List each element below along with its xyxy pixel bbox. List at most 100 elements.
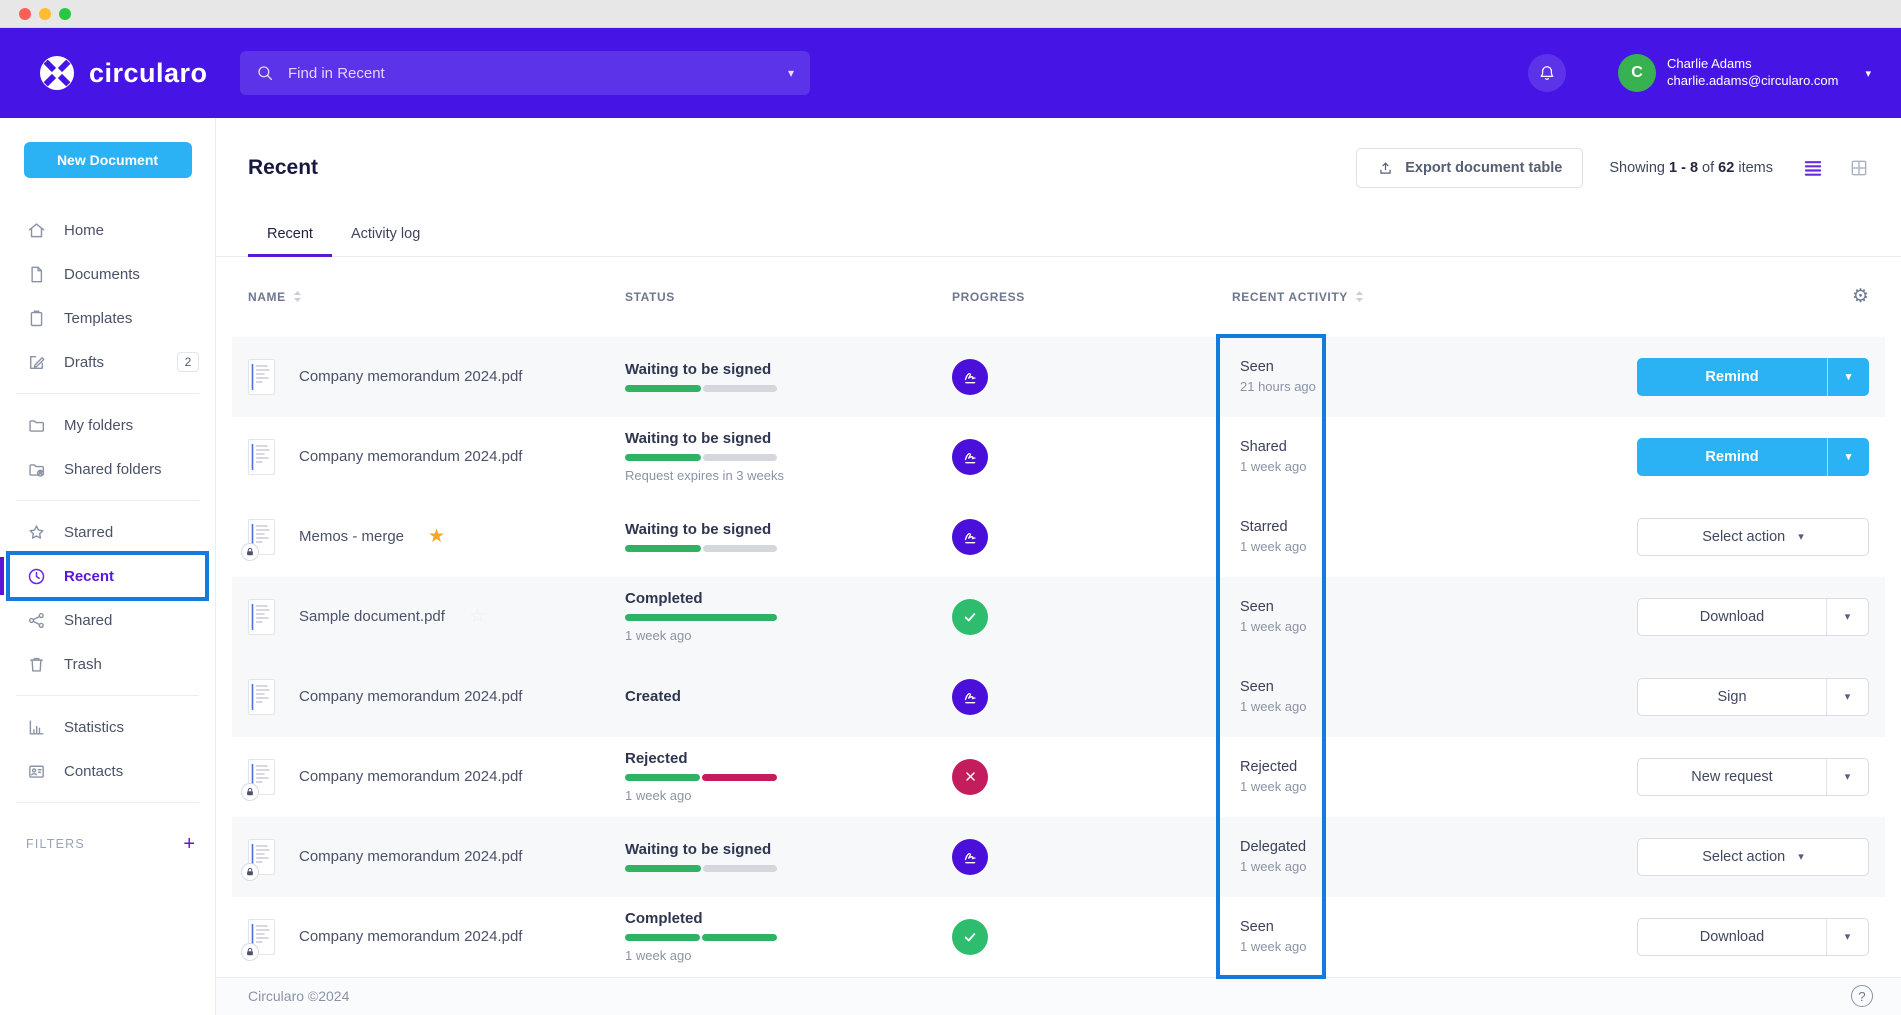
column-header-progress[interactable]: PROGRESS [952, 290, 1232, 304]
status-text: Waiting to be signed [625, 430, 952, 447]
row-action-button[interactable]: Sign ▾ ▾ [1637, 678, 1869, 716]
action-button-label: Select action [1702, 529, 1785, 545]
export-document-table-button[interactable]: Export document table [1356, 148, 1583, 188]
row-action-button[interactable]: New request ▾ ▾ [1637, 758, 1869, 796]
action-dropdown-toggle[interactable]: ▾ [1826, 919, 1868, 955]
sidebar-item-templates[interactable]: Templates [0, 296, 215, 340]
sidebar-item-starred[interactable]: Starred [0, 510, 215, 554]
document-name[interactable]: Sample document.pdf [299, 608, 445, 625]
action-button-label: Remind [1705, 369, 1758, 385]
contact-card-icon [26, 761, 47, 782]
action-button-label: Select action [1702, 849, 1785, 865]
document-name[interactable]: Company memorandum 2024.pdf [299, 848, 522, 865]
drafts-count-badge: 2 [177, 352, 199, 372]
table-row[interactable]: Company memorandum 2024.pdf Waiting to b… [232, 817, 1885, 897]
search-placeholder: Find in Recent [288, 65, 385, 82]
export-icon [1377, 160, 1394, 177]
sidebar-item-my-folders[interactable]: My folders [0, 403, 215, 447]
sidebar-item-documents[interactable]: Documents [0, 252, 215, 296]
document-thumbnail-icon [248, 599, 275, 635]
bell-icon [1537, 63, 1557, 83]
star-icon[interactable]: ☆ [469, 607, 486, 626]
row-action-button[interactable]: Remind ▾ ▾ [1637, 358, 1869, 396]
table-row[interactable]: Sample document.pdf ☆ Completed 1 week a… [232, 577, 1885, 657]
row-action-button[interactable]: Download ▾ ▾ [1637, 598, 1869, 636]
notifications-button[interactable] [1528, 54, 1566, 92]
document-name[interactable]: Company memorandum 2024.pdf [299, 768, 522, 785]
tab-activity-log[interactable]: Activity log [332, 214, 439, 256]
document-thumbnail-icon [248, 759, 275, 795]
tab-bar: Recent Activity log [216, 214, 1901, 257]
row-action-button[interactable]: Select action ▾ ▾ [1637, 838, 1869, 876]
sidebar-item-recent[interactable]: Recent [0, 554, 215, 598]
star-icon[interactable]: ★ [428, 527, 445, 546]
document-name[interactable]: Memos - merge [299, 528, 404, 545]
zoom-window-button[interactable] [59, 8, 71, 20]
sidebar-item-home[interactable]: Home [0, 208, 215, 252]
table-row[interactable]: Company memorandum 2024.pdf Waiting to b… [232, 337, 1885, 417]
minimize-window-button[interactable] [39, 8, 51, 20]
brand-logo[interactable]: circularo [38, 54, 240, 92]
search-input[interactable]: Find in Recent ▾ [240, 51, 810, 95]
row-action-button[interactable]: Remind ▾ ▾ [1637, 438, 1869, 476]
tab-recent[interactable]: Recent [248, 214, 332, 256]
action-dropdown-toggle[interactable]: ▾ [1826, 679, 1868, 715]
sidebar: New Document Home Documents Templates Dr… [0, 118, 216, 1015]
action-dropdown-toggle[interactable]: ▾ [1826, 599, 1868, 635]
sidebar-item-shared-folders[interactable]: Shared folders [0, 447, 215, 491]
sort-icon[interactable] [1355, 290, 1364, 303]
table-row[interactable]: Company memorandum 2024.pdf Completed 1 … [232, 897, 1885, 977]
document-name[interactable]: Company memorandum 2024.pdf [299, 688, 522, 705]
activity-time: 1 week ago [1240, 779, 1532, 794]
clock-icon [26, 566, 47, 587]
avatar: C [1618, 54, 1656, 92]
sidebar-item-trash[interactable]: Trash [0, 642, 215, 686]
sort-icon[interactable] [293, 290, 302, 303]
table-row[interactable]: Company memorandum 2024.pdf Rejected 1 w… [232, 737, 1885, 817]
activity-type: Delegated [1240, 839, 1532, 855]
chevron-down-icon: ▾ [1798, 850, 1804, 863]
table-row[interactable]: Company memorandum 2024.pdf Created Seen… [232, 657, 1885, 737]
table-row[interactable]: Memos - merge ★ Waiting to be signed Sta… [232, 497, 1885, 577]
add-filter-button[interactable]: + [183, 834, 195, 854]
progress-status-badge-icon [952, 359, 988, 395]
action-dropdown-toggle[interactable]: ▾ [1826, 759, 1868, 795]
progress-status-badge-icon [952, 919, 988, 955]
action-button-label: Remind [1705, 449, 1758, 465]
action-dropdown-toggle[interactable]: ▾ [1827, 438, 1869, 476]
row-action-button[interactable]: Download ▾ ▾ [1637, 918, 1869, 956]
document-name[interactable]: Company memorandum 2024.pdf [299, 928, 522, 945]
trash-icon [26, 654, 47, 675]
table-row[interactable]: Company memorandum 2024.pdf Waiting to b… [232, 417, 1885, 497]
document-name[interactable]: Company memorandum 2024.pdf [299, 448, 522, 465]
sidebar-divider [16, 802, 199, 803]
progress-bar [625, 454, 777, 461]
document-name[interactable]: Company memorandum 2024.pdf [299, 368, 522, 385]
row-action-button[interactable]: Select action ▾ ▾ [1637, 518, 1869, 556]
status-text: Waiting to be signed [625, 361, 952, 378]
grid-view-button[interactable] [1849, 158, 1869, 178]
status-text: Waiting to be signed [625, 841, 952, 858]
sidebar-item-contacts[interactable]: Contacts [0, 749, 215, 793]
sidebar-item-drafts[interactable]: Drafts 2 [0, 340, 215, 384]
progress-bar [625, 934, 777, 941]
close-window-button[interactable] [19, 8, 31, 20]
new-document-button[interactable]: New Document [24, 142, 192, 178]
table-settings-gear-icon[interactable]: ⚙ [1852, 287, 1869, 306]
list-view-button[interactable] [1803, 158, 1823, 178]
activity-type: Seen [1240, 599, 1532, 615]
search-scope-chevron-icon[interactable]: ▾ [788, 66, 794, 80]
user-menu-chevron-icon[interactable]: ▾ [1865, 67, 1871, 80]
sidebar-item-shared[interactable]: Shared [0, 598, 215, 642]
sidebar-item-statistics[interactable]: Statistics [0, 705, 215, 749]
action-button-label: Download [1700, 929, 1765, 945]
help-button[interactable]: ? [1851, 985, 1873, 1007]
column-header-name[interactable]: NAME [248, 290, 625, 304]
document-thumbnail-icon [248, 679, 275, 715]
action-dropdown-toggle[interactable]: ▾ [1827, 358, 1869, 396]
column-header-recent-activity[interactable]: RECENT ACTIVITY [1232, 290, 1532, 304]
shared-folder-icon [26, 459, 47, 480]
user-menu[interactable]: C Charlie Adams charlie.adams@circularo.… [1618, 54, 1871, 92]
action-button-label: New request [1691, 769, 1772, 785]
column-header-status[interactable]: STATUS [625, 290, 952, 304]
